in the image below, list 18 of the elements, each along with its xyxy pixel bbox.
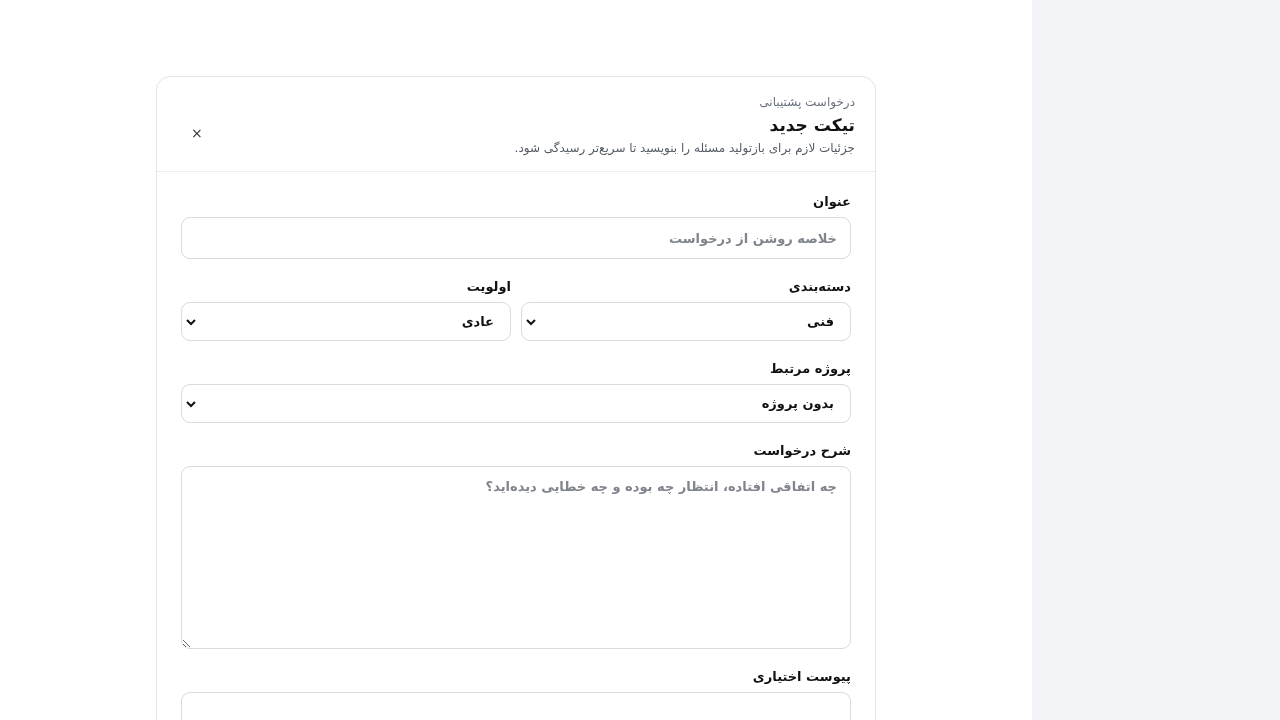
dialog-title: تیکت جدید: [768, 115, 855, 135]
field-label: شرح درخواست: [752, 443, 851, 458]
dropdown[interactable]: بدون پروژه: [181, 384, 851, 423]
title-input[interactable]: خلاصه روشن از درخواست: [181, 217, 851, 259]
field-label: پیوست اختیاری: [751, 669, 851, 684]
dialog-subtitle: جزئیات لازم برای بازتولید مسئله را بنویسید تا سریع‌تر رسیدگی شود.: [514, 141, 855, 155]
dropdown[interactable]: عادی: [181, 302, 511, 341]
field-label: اولویت: [465, 279, 511, 294]
description-field[interactable]: چه اتفاقی افتاده، انتظار چه بوده و چه خطایی دیده‌اید؟: [181, 466, 851, 649]
dropdown[interactable]: فنی: [521, 302, 851, 341]
eyebrow-text: درخواست پشتیبانی: [758, 95, 855, 109]
close-button[interactable]: ×: [185, 123, 209, 143]
chevron-down-icon: [526, 317, 536, 326]
field-label: پروژه مرتبط: [769, 361, 851, 376]
field-label: دسته‌بندی: [787, 279, 851, 294]
chevron-down-icon: [186, 317, 196, 326]
field-label: عنوان: [812, 194, 851, 209]
chevron-down-icon: [186, 399, 196, 408]
